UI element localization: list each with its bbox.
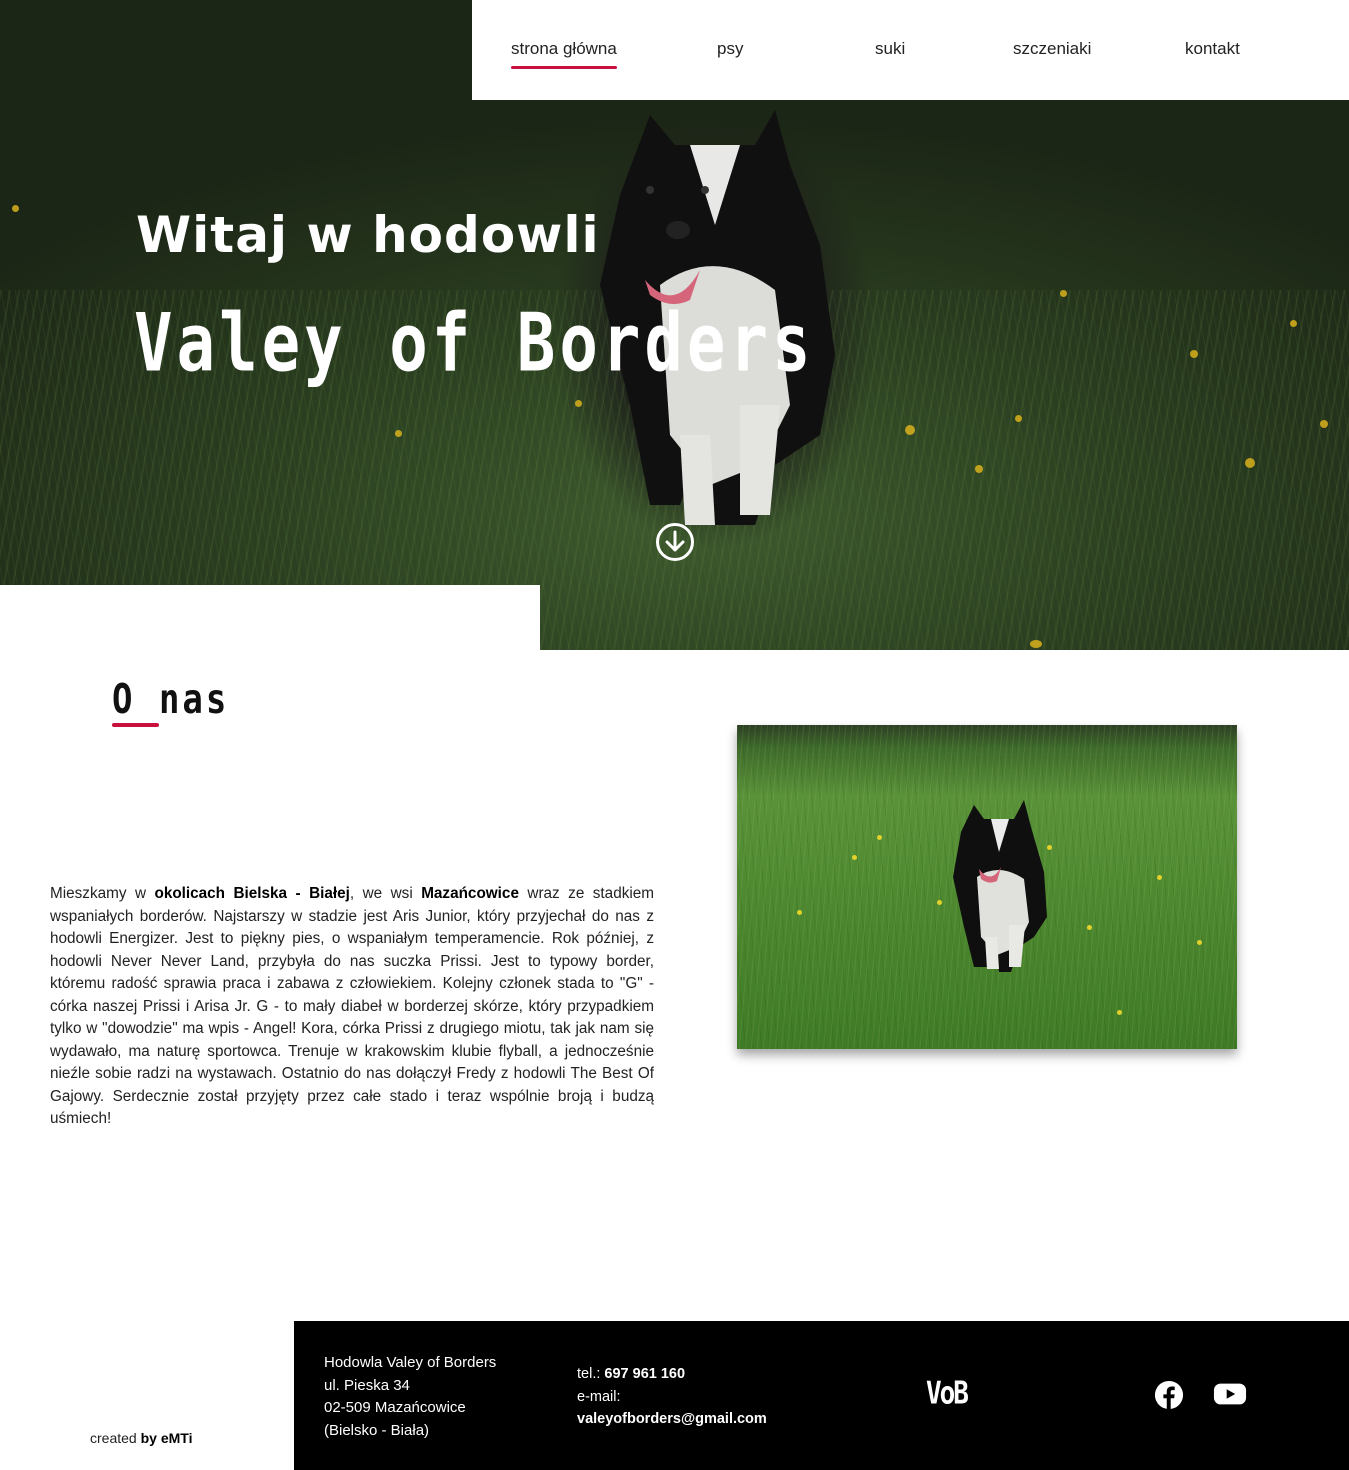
flower-decoration <box>797 910 802 915</box>
facebook-icon <box>1154 1380 1184 1410</box>
scroll-down-button[interactable] <box>655 522 695 562</box>
flower-decoration <box>877 835 882 840</box>
flower-decoration <box>1320 420 1328 428</box>
about-paragraph: Mieszkamy w okolicach Bielska - Białej, … <box>50 883 654 1131</box>
flower-decoration <box>1157 875 1162 880</box>
credit-prefix: created <box>90 1430 141 1446</box>
flower-decoration <box>975 465 983 473</box>
flower-decoration <box>1245 458 1255 468</box>
site-footer: Hodowla Valey of Borders ul. Pieska 34 0… <box>294 1321 1349 1470</box>
nav-item-contact[interactable]: kontakt <box>1185 39 1240 59</box>
youtube-icon <box>1213 1383 1247 1405</box>
footer-address-line: 02-509 Mazańcowice <box>324 1399 466 1416</box>
flower-decoration <box>1190 350 1198 358</box>
flower-decoration <box>395 430 402 437</box>
flower-decoration <box>575 400 582 407</box>
footer-logo[interactable]: VoB <box>926 1376 969 1412</box>
about-text-segment: , we wsi <box>349 885 422 902</box>
nav-item-puppies[interactable]: szczeniaki <box>1013 39 1091 59</box>
phone-link[interactable]: 697 961 160 <box>604 1366 685 1382</box>
flower-decoration <box>905 425 915 435</box>
footer-address-line: ul. Pieska 34 <box>324 1376 410 1394</box>
facebook-link[interactable] <box>1154 1380 1186 1410</box>
about-text-bold-village: Mazańcowice <box>421 885 519 902</box>
hero-title-welcome: Witaj w hodowli <box>136 206 600 264</box>
flower-decoration <box>1290 320 1297 327</box>
hero-white-cutout <box>0 585 540 650</box>
email-value: valeyofborders@gmail.com <box>577 1408 767 1431</box>
footer-address-line: Hodowla Valey of Borders <box>324 1354 497 1371</box>
flower-decoration <box>1197 940 1202 945</box>
dog-small <box>953 800 1047 972</box>
nav-item-females[interactable]: suki <box>875 39 905 59</box>
phone-label: tel.: <box>577 1366 605 1382</box>
about-text-bold-location: okolicach Bielska - Białej <box>154 885 350 902</box>
main-navigation: strona główna psy suki szczeniaki kontak… <box>472 0 1349 100</box>
credit-author-link[interactable]: by eMTi <box>141 1430 193 1446</box>
flower-decoration <box>1015 415 1022 422</box>
hero-title-brand: Valey of Borders <box>134 298 815 391</box>
author-credit: created by eMTi <box>90 1430 192 1446</box>
email-link[interactable]: valeyofborders@gmail.com <box>577 1411 767 1427</box>
flower-decoration <box>12 205 19 212</box>
flower-decoration <box>852 855 857 860</box>
footer-phone: tel.: 697 961 160 <box>577 1363 767 1386</box>
nav-item-dogs[interactable]: psy <box>717 39 743 59</box>
about-heading-underline <box>112 723 159 727</box>
footer-contact: tel.: 697 961 160 e-mail: valeyofborders… <box>577 1363 767 1431</box>
about-dog-photo <box>737 725 1237 1049</box>
footer-address-line: (Bielsko - Biała) <box>324 1421 430 1439</box>
about-text-segment: wraz ze stadkiem wspaniałych borderów. N… <box>50 885 654 1127</box>
about-heading: O nas <box>112 676 230 724</box>
email-label: e-mail: <box>577 1388 621 1405</box>
flower-decoration <box>1117 1010 1122 1015</box>
flower-decoration <box>1087 925 1092 930</box>
flower-decoration <box>937 900 942 905</box>
nav-item-home[interactable]: strona główna <box>511 39 617 69</box>
youtube-link[interactable] <box>1213 1380 1249 1410</box>
arrow-down-circle-icon <box>656 523 694 561</box>
footer-address: Hodowla Valey of Borders ul. Pieska 34 0… <box>324 1352 496 1442</box>
flower-decoration <box>1060 290 1067 297</box>
about-text-segment: Mieszkamy w <box>50 885 155 902</box>
flower-decoration <box>1030 640 1042 648</box>
